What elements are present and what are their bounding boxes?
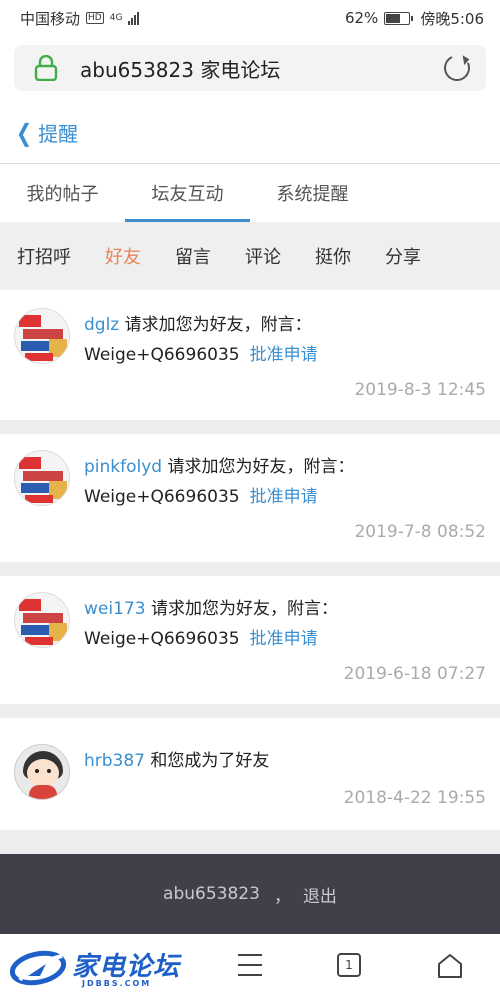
browser-toolbar: abu653823 家电论坛	[0, 36, 500, 102]
list-item: dglz 请求加您为好友，附言： Weige+Q6696035 批准申请 2019…	[0, 290, 500, 420]
tabs-count-icon[interactable]: 1	[337, 953, 361, 977]
url-title: abu653823 家电论坛	[80, 57, 281, 82]
network-type: 4G	[109, 13, 123, 23]
status-bar: 中国移动 HD 4G 62% 傍晚5:06	[0, 0, 500, 36]
hd-badge: HD	[86, 12, 104, 24]
timestamp: 2018-4-22 19:55	[343, 788, 486, 808]
notification-text: pinkfolyd 请求加您为好友，附言：	[84, 452, 355, 477]
approve-button[interactable]: 批准申请	[250, 487, 318, 507]
timestamp: 2019-7-8 08:52	[354, 522, 486, 542]
clock: 傍晚5:06	[420, 9, 484, 28]
sub-tabs: 打招呼 好友 留言 评论 挺你 分享	[0, 222, 500, 290]
notification-message: 请求加您为好友，附言：	[167, 457, 355, 477]
home-icon[interactable]	[436, 952, 464, 980]
subtab-friends[interactable]: 好友	[105, 243, 141, 269]
tab-my-posts[interactable]: 我的帖子	[0, 164, 125, 222]
avatar[interactable]	[14, 450, 70, 506]
logo-swirl-icon	[9, 950, 67, 986]
url-bar[interactable]: abu653823 家电论坛	[14, 45, 486, 91]
tab-system[interactable]: 系统提醒	[250, 164, 375, 222]
notification-message: 请求加您为好友，附言：	[150, 599, 338, 619]
back-button[interactable]: ❮ 提醒	[14, 118, 78, 147]
list-item: pinkfolyd 请求加您为好友，附言： Weige+Q6696035 批准申请…	[0, 434, 500, 562]
notification-message: 请求加您为好友，附言：	[124, 315, 312, 335]
logout-link[interactable]: 退出	[303, 882, 337, 907]
friend-request-note: Weige+Q6696035	[84, 629, 240, 649]
timestamp: 2019-8-3 12:45	[354, 380, 486, 400]
subtab-messages[interactable]: 留言	[175, 243, 211, 269]
approve-button[interactable]: 批准申请	[250, 345, 318, 365]
notification-note: Weige+Q6696035 批准申请	[84, 340, 318, 365]
main-tabs: 我的帖子 坛友互动 系统提醒	[0, 164, 500, 222]
footer-username[interactable]: abu653823	[163, 884, 260, 904]
avatar[interactable]	[14, 592, 70, 648]
notification-note: Weige+Q6696035 批准申请	[84, 624, 318, 649]
subtab-support[interactable]: 挺你	[315, 243, 351, 269]
signal-icon	[128, 11, 140, 25]
friend-request-note: Weige+Q6696035	[84, 345, 240, 365]
username-link[interactable]: wei173	[84, 599, 146, 619]
notification-text: dglz 请求加您为好友，附言：	[84, 310, 312, 335]
timestamp: 2019-6-18 07:27	[343, 664, 486, 684]
battery-icon	[384, 11, 414, 25]
subtab-greet[interactable]: 打招呼	[17, 243, 71, 269]
menu-icon[interactable]	[238, 954, 262, 976]
tab-interactions[interactable]: 坛友互动	[125, 164, 250, 222]
browser-bottom-bar: 家电论坛 JDBBS.COM 1	[0, 934, 500, 1000]
page-header: ❮ 提醒	[0, 102, 500, 164]
list-item: wei173 请求加您为好友，附言： Weige+Q6696035 批准申请 20…	[0, 576, 500, 704]
logo-text: 家电论坛	[72, 952, 181, 982]
notification-text: wei173 请求加您为好友，附言：	[84, 594, 338, 619]
list-item: hrb387 和您成为了好友 2018-4-22 19:55	[0, 718, 500, 830]
notification-message: 和您成为了好友	[150, 751, 270, 771]
username-link[interactable]: pinkfolyd	[84, 457, 162, 477]
avatar[interactable]	[14, 308, 70, 364]
username-link[interactable]: hrb387	[84, 751, 145, 771]
site-logo[interactable]: 家电论坛 JDBBS.COM	[9, 946, 185, 990]
footer: abu653823 ， 退出	[0, 854, 500, 934]
approve-button[interactable]: 批准申请	[250, 629, 318, 649]
chevron-left-icon: ❮	[16, 118, 33, 147]
username-link[interactable]: dglz	[84, 315, 119, 335]
notification-list: dglz 请求加您为好友，附言： Weige+Q6696035 批准申请 2019…	[0, 290, 500, 844]
page-title: 提醒	[38, 122, 79, 146]
lock-icon	[34, 54, 58, 82]
notification-note: Weige+Q6696035 批准申请	[84, 482, 318, 507]
refresh-icon[interactable]	[440, 51, 474, 85]
footer-separator: ，	[273, 886, 291, 907]
logo-subtext: JDBBS.COM	[82, 979, 152, 988]
carrier-label: 中国移动	[20, 9, 81, 28]
notification-text: hrb387 和您成为了好友	[84, 746, 269, 771]
subtab-share[interactable]: 分享	[385, 243, 421, 269]
subtab-comments[interactable]: 评论	[245, 243, 281, 269]
avatar[interactable]	[14, 744, 70, 800]
friend-request-note: Weige+Q6696035	[84, 487, 240, 507]
battery-percent: 62%	[344, 9, 379, 27]
